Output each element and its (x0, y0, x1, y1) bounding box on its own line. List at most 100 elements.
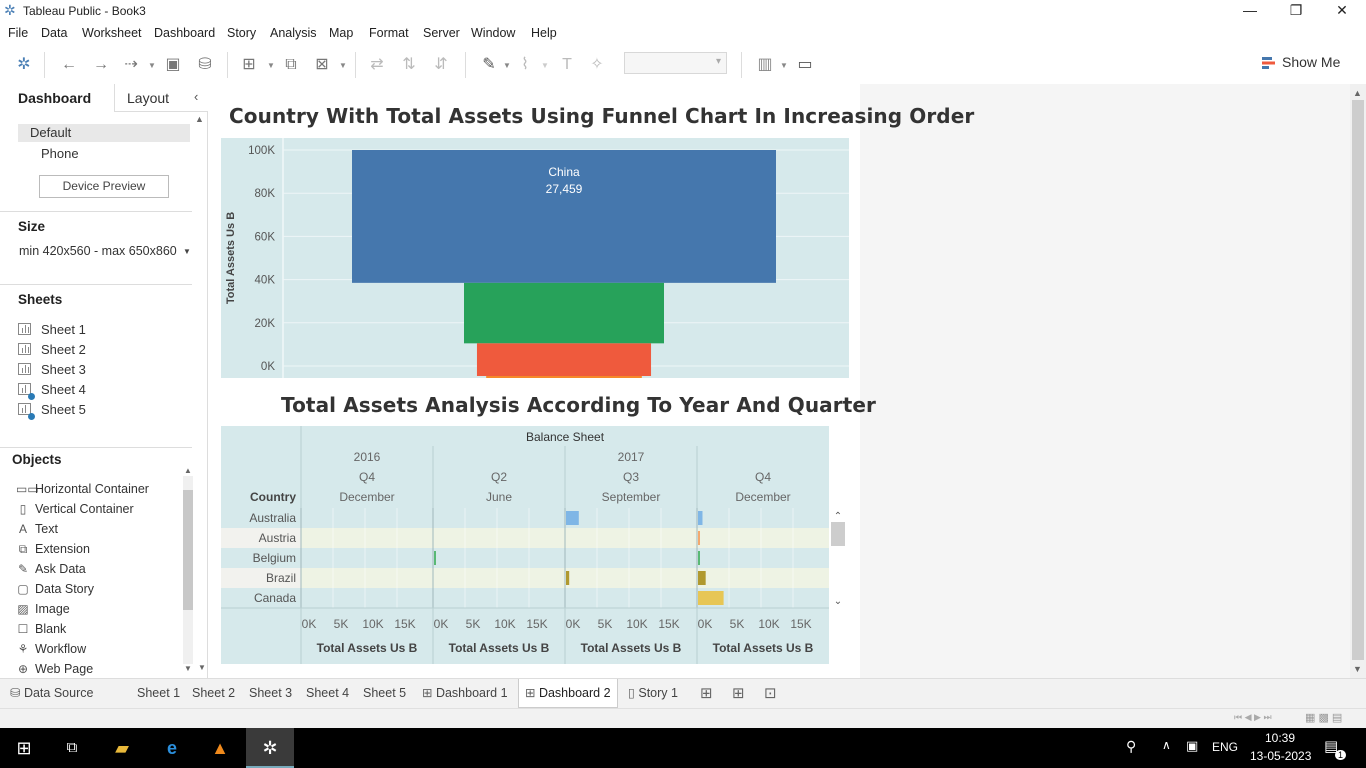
fit-dropdown[interactable] (624, 52, 727, 74)
new-worksheet-icon[interactable]: ⊞ (238, 54, 260, 76)
object-text[interactable]: A Text (16, 522, 58, 536)
chevron-down-icon[interactable]: ▼ (148, 61, 156, 70)
new-worksheet-tab-icon[interactable]: ⊞ (700, 684, 713, 702)
canvas-scrollbar[interactable]: ▲ ▼ (1350, 84, 1366, 678)
scroll-down-icon[interactable]: ▼ (1353, 664, 1362, 674)
tab-sheet-1[interactable]: Sheet 1 (131, 679, 186, 708)
chevron-down-icon[interactable]: ▼ (503, 61, 511, 70)
highlight-table[interactable]: Balance Sheet Country 2016 2017 Q4 December Q2… (221, 426, 849, 666)
undo-icon[interactable]: ← (58, 54, 80, 76)
object-blank[interactable]: ☐ Blank (16, 622, 67, 636)
menu-data[interactable]: Data (41, 26, 67, 40)
tableau-logo-icon[interactable]: ✲ (13, 54, 35, 76)
scroll-up-icon[interactable]: ▲ (195, 114, 204, 124)
device-default[interactable]: Default (18, 124, 190, 142)
close-button[interactable]: ✕ (1319, 0, 1365, 22)
show-hidden-icons[interactable]: ∧ (1162, 738, 1171, 752)
object-workflow[interactable]: ⚘ Workflow (16, 642, 87, 656)
device-preview-button[interactable]: Device Preview (39, 175, 169, 198)
new-datasource-icon[interactable]: ⛁ (194, 54, 216, 76)
chevron-down-icon[interactable]: ▼ (541, 61, 549, 70)
funnel-chart[interactable]: 100K 80K 60K 40K 20K 0K Total Assets Us B China… (221, 138, 849, 378)
tab-nav-icons[interactable]: ⏮ ◀ ▶ ⏭ (1234, 712, 1272, 723)
size-dropdown[interactable]: min 420x560 - max 650x860 (19, 244, 177, 258)
view-grid-icons[interactable]: ▦ ▩ ▤ (1305, 711, 1342, 724)
object-image[interactable]: ▨ Image (16, 602, 69, 616)
scroll-up-icon[interactable]: ▲ (1353, 88, 1362, 98)
object-ask-data[interactable]: ✎ Ask Data (16, 562, 86, 576)
task-view-icon[interactable]: ⧉ (48, 728, 96, 768)
chevron-down-icon[interactable]: ▼ (267, 61, 275, 70)
tab-data-source[interactable]: ⛁ Data Source (4, 679, 99, 708)
device-phone[interactable]: Phone (41, 146, 79, 161)
tab-dashboard[interactable]: Dashboard (0, 84, 114, 112)
object-vertical-container[interactable]: ▯ Vertical Container (16, 502, 134, 516)
tableau-taskbar-icon[interactable]: ✲ (246, 728, 294, 768)
object-horizontal-container[interactable]: ▭▭Horizontal Container (16, 482, 149, 496)
menu-format[interactable]: Format (369, 26, 409, 40)
windows-start-icon[interactable]: ⊞ (0, 728, 48, 768)
sheet-item-3[interactable]: Sheet 3 (18, 362, 86, 377)
collapse-pane-icon[interactable]: ‹ (194, 89, 198, 104)
chevron-down-icon[interactable]: ▼ (339, 61, 347, 70)
objects-scrollbar[interactable] (183, 476, 193, 664)
clock-time[interactable]: 10:39 (1265, 731, 1295, 745)
card-icon[interactable]: ▥ (754, 54, 776, 76)
clear-icon[interactable]: ⊠ (311, 54, 333, 76)
menu-worksheet[interactable]: Worksheet (82, 26, 142, 40)
scroll-down-icon[interactable]: ▼ (184, 664, 192, 673)
menu-help[interactable]: Help (531, 26, 557, 40)
divider (0, 447, 192, 448)
tab-sheet-4[interactable]: Sheet 4 (300, 679, 355, 708)
menu-analysis[interactable]: Analysis (270, 26, 317, 40)
restore-button[interactable]: ❐ (1273, 0, 1319, 22)
chevron-down-icon[interactable]: ▼ (780, 61, 788, 70)
scroll-down-icon[interactable]: ▼ (198, 663, 206, 672)
object-extension[interactable]: ⧉ Extension (16, 542, 90, 557)
menu-file[interactable]: File (8, 26, 28, 40)
edge-browser-icon[interactable]: e (148, 728, 196, 768)
replay-icon[interactable]: ⇢ (120, 54, 142, 76)
sort-ascending-icon[interactable]: ⇅ (398, 54, 420, 76)
new-dashboard-tab-icon[interactable]: ⊞ (732, 684, 745, 702)
sheet-item-5[interactable]: Sheet 5 (18, 402, 86, 420)
label-icon[interactable]: T (556, 54, 578, 76)
object-data-story[interactable]: ▢ Data Story (16, 582, 94, 596)
attachment-icon[interactable]: ⌇ (514, 54, 536, 76)
pin-icon[interactable]: ✧ (586, 54, 608, 76)
tab-story-1[interactable]: ▯ Story 1 (622, 679, 684, 708)
sheet-item-1[interactable]: Sheet 1 (18, 322, 86, 337)
minimize-button[interactable]: — (1227, 0, 1273, 22)
vlc-icon[interactable]: ▲ (196, 728, 244, 768)
tab-dashboard-2[interactable]: ⊞ Dashboard 2 (518, 679, 618, 708)
scroll-thumb[interactable] (1352, 100, 1364, 660)
network-icon[interactable]: ▣ (1186, 738, 1198, 754)
scroll-up-icon[interactable]: ▲ (184, 466, 192, 475)
tab-dashboard-1[interactable]: ⊞ Dashboard 1 (416, 679, 514, 708)
menu-window[interactable]: Window (471, 26, 515, 40)
sort-descending-icon[interactable]: ⇵ (430, 54, 452, 76)
clock-date[interactable]: 13-05-2023 (1250, 749, 1311, 763)
tab-sheet-5[interactable]: Sheet 5 (357, 679, 412, 708)
swap-icon[interactable]: ⇄ (366, 54, 388, 76)
sheet-item-2[interactable]: Sheet 2 (18, 342, 86, 357)
menu-server[interactable]: Server (423, 26, 460, 40)
menu-map[interactable]: Map (329, 26, 353, 40)
duplicate-icon[interactable]: ⧉ (280, 54, 302, 76)
toolbar-separator (465, 52, 466, 78)
presentation-icon[interactable]: ▭ (794, 54, 816, 76)
object-web-page[interactable]: ⊕ Web Page (16, 662, 93, 676)
menu-dashboard[interactable]: Dashboard (154, 26, 215, 40)
redo-icon[interactable]: → (90, 54, 112, 76)
highlight-icon[interactable]: ✎ (478, 54, 500, 76)
language-indicator[interactable]: ENG (1212, 740, 1238, 754)
tab-sheet-3[interactable]: Sheet 3 (243, 679, 298, 708)
people-icon[interactable]: ⚲ (1126, 738, 1136, 755)
sheet-item-4[interactable]: Sheet 4 (18, 382, 86, 400)
save-icon[interactable]: ▣ (162, 54, 184, 76)
chevron-down-icon[interactable]: ▼ (183, 247, 191, 256)
new-story-tab-icon[interactable]: ⊡ (764, 684, 777, 702)
menu-story[interactable]: Story (227, 26, 256, 40)
tab-sheet-2[interactable]: Sheet 2 (186, 679, 241, 708)
file-explorer-icon[interactable]: ▰ (98, 728, 146, 768)
